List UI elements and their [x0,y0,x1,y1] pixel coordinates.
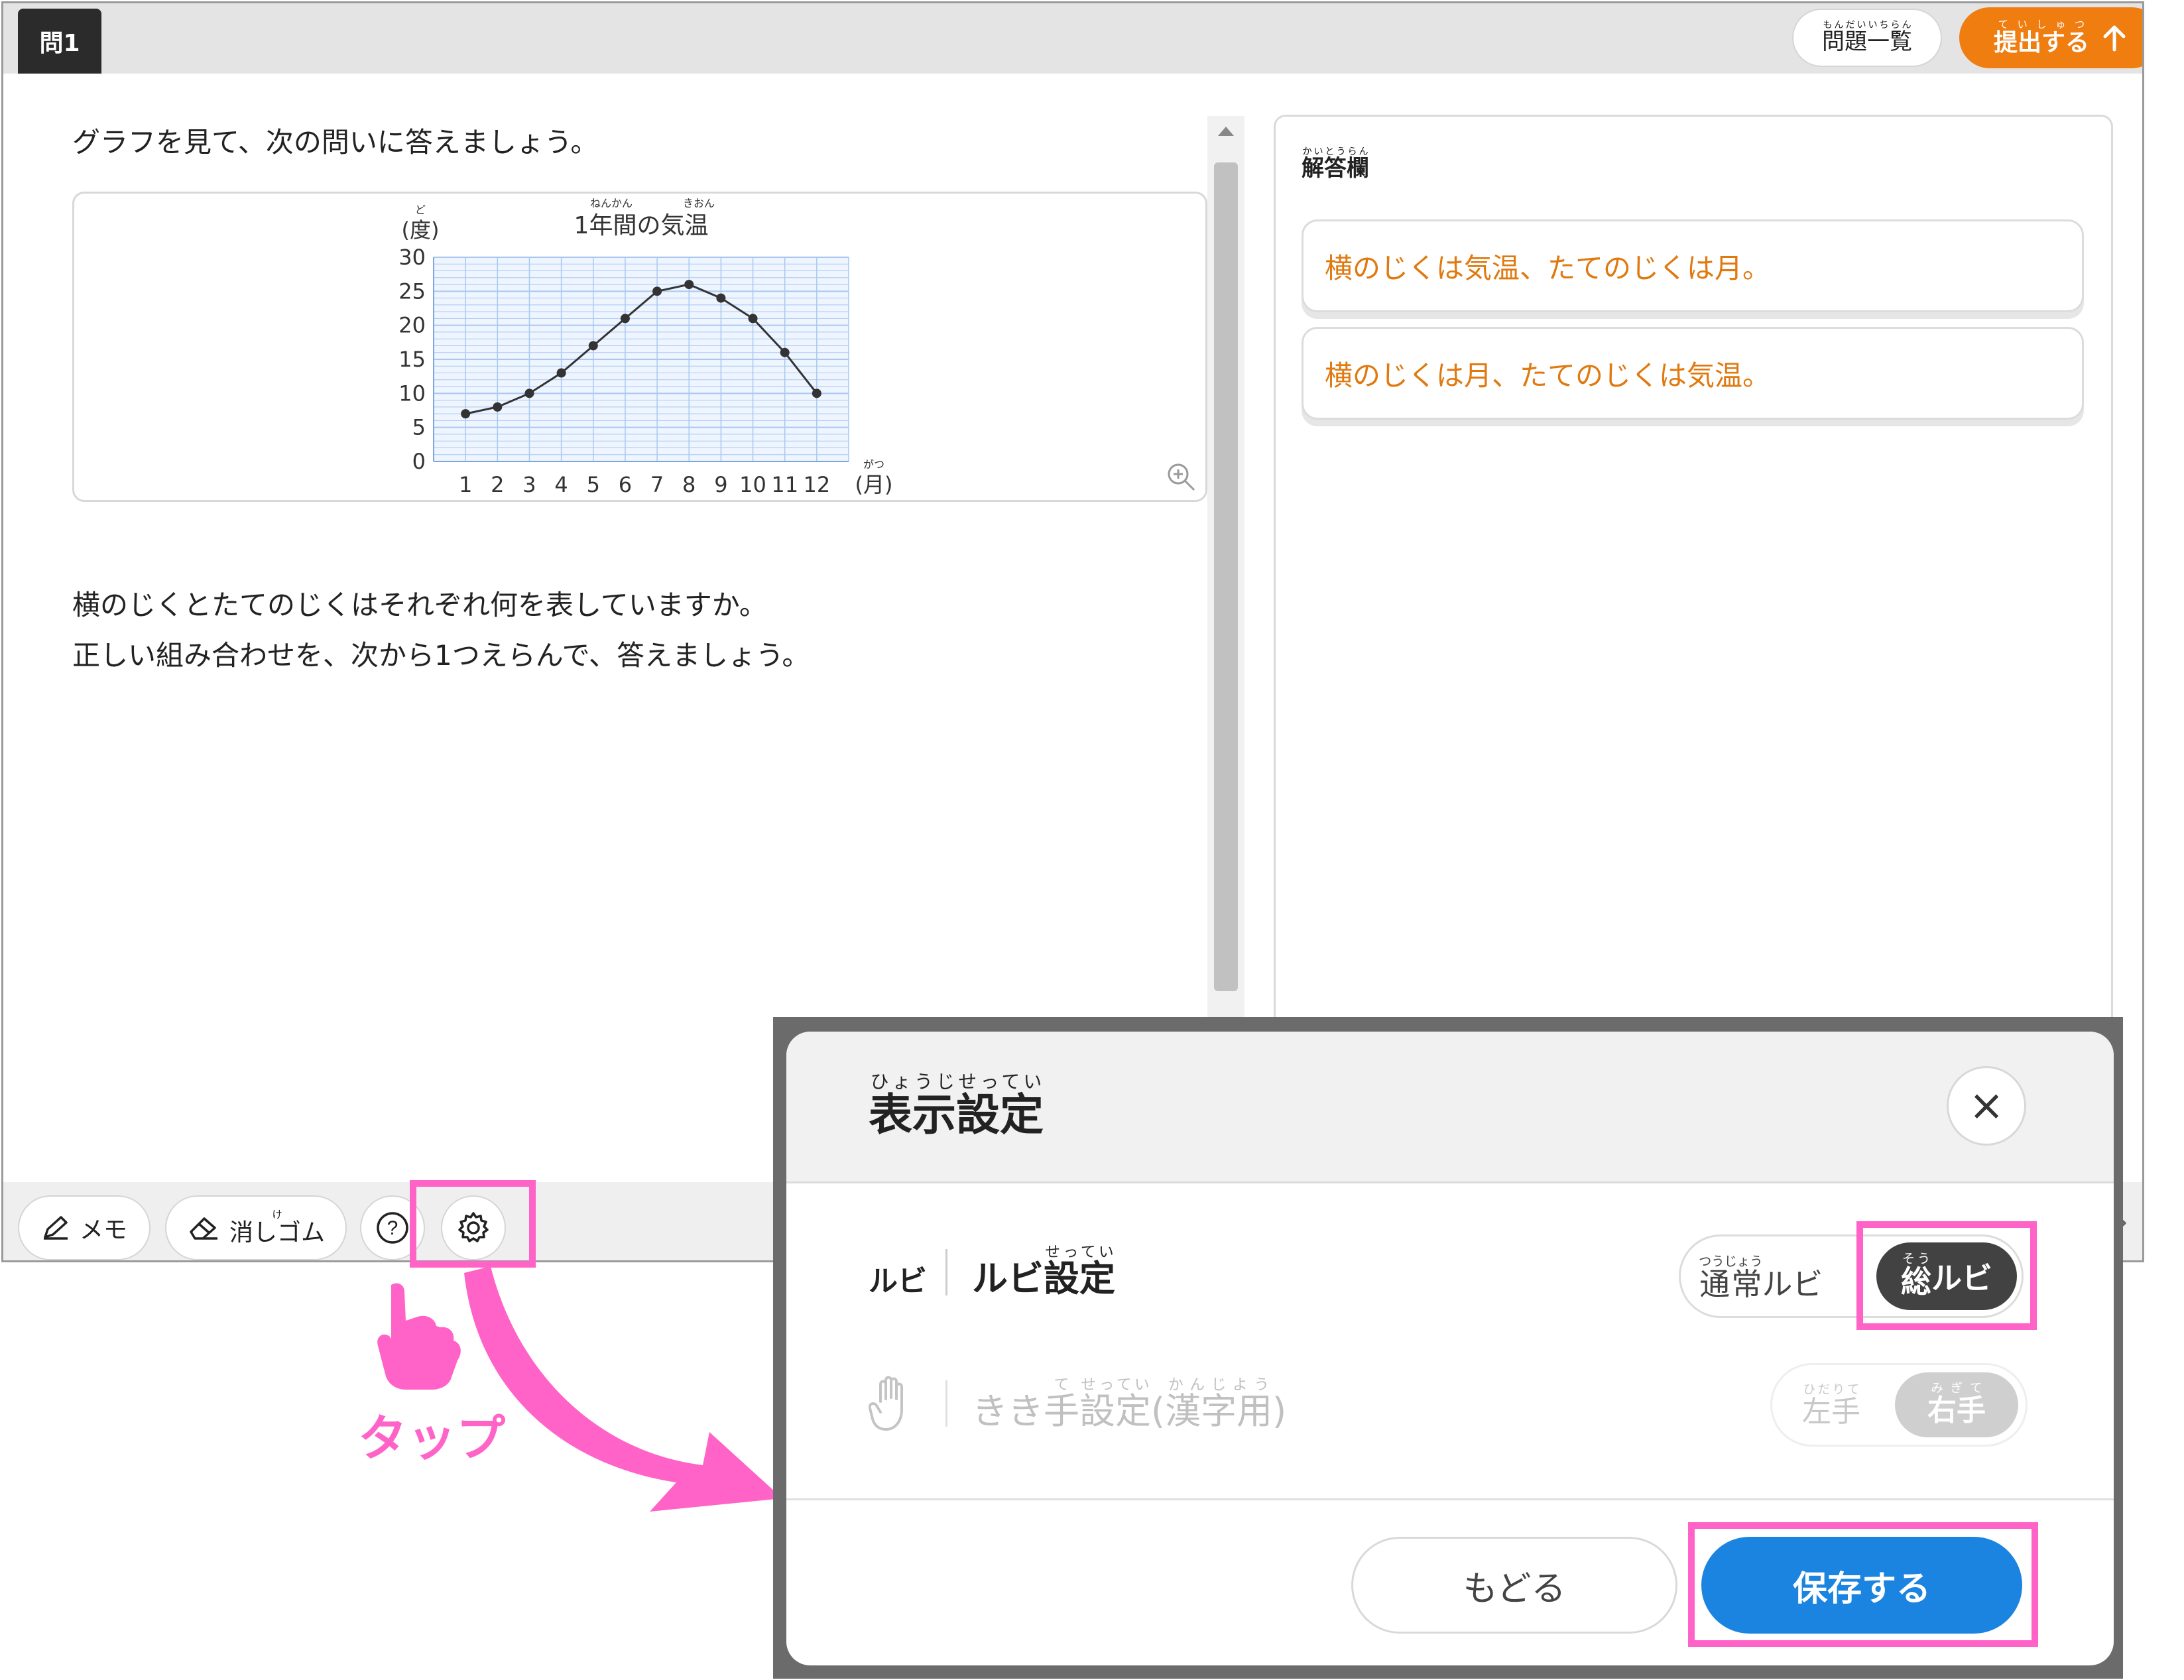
instruction-text: グラフを見て、次の問いに答えましょう。 [72,126,599,158]
y-axis-label-ruby: ど [415,204,426,216]
handedness-option-left: 左手ひだりて [1802,1383,1860,1429]
divider [945,1249,947,1295]
data-point [493,402,503,412]
y-tick-label: 25 [398,278,426,304]
chart-title-ruby: ねんかん [590,197,633,210]
question-text: 横のじくとたてのじくはそれぞれ何を表していますか。 正しい組み合わせを、次から1… [72,580,810,681]
data-point [652,286,662,296]
memo-label: メモ [79,1217,127,1244]
eraser-icon [190,1217,217,1240]
x-tick-label: 3 [522,472,536,497]
dialog-title: 表示設定ひょうじせってい [869,1071,1044,1140]
scrollbar-thumb[interactable] [1214,162,1238,991]
y-axis-label: (度) [402,217,440,243]
ruby-option-normal[interactable]: 通常つうじょうルビ [1699,1254,1823,1304]
y-tick-label: 5 [412,415,426,440]
x-tick-label: 8 [682,472,696,497]
x-tick-label: 10 [739,472,766,497]
data-point [716,293,726,303]
callout-arrow-icon [464,1266,782,1512]
x-tick-label: 1 [459,472,472,497]
svg-text:?: ? [387,1217,398,1239]
y-tick-label: 30 [398,245,426,270]
eraser-label: 消しゴム [229,1219,325,1246]
submit-label: 提出する [1993,29,2089,56]
answer-choice-2[interactable]: 横のじくは月、たてのじくは気温。 [1302,327,2084,420]
question-line-1: 横のじくとたてのじくはそれぞれ何を表していますか。 [72,589,767,621]
pointing-hand-icon [377,1283,461,1390]
y-tick-label: 0 [412,449,426,474]
x-tick-label: 6 [619,472,632,497]
x-axis-label: (月) [855,472,893,497]
answer-choice-1[interactable]: 横のじくは気温、たてのじくは月。 [1302,219,2084,312]
x-tick-label: 9 [714,472,727,497]
ruby-setting-icon: ルビ [869,1264,927,1298]
divider [786,1498,2114,1500]
hand-icon [869,1376,903,1431]
data-point [780,347,790,357]
ruby-setting-label: ルビ設定せってい [972,1244,1115,1299]
x-tick-label: 2 [491,472,504,497]
zoom-in-icon[interactable] [1165,461,1198,494]
data-point [812,389,821,398]
arrow-up-icon [2103,25,2126,52]
ruby-option-highlight [1856,1221,2037,1330]
help-icon: ? [377,1212,408,1244]
x-tick-label: 4 [554,472,568,497]
close-button[interactable]: × [1947,1066,2026,1146]
submit-button[interactable]: 提出するていしゅつ [1959,7,2142,68]
y-tick-label: 20 [398,313,426,338]
chart-title-ruby: きおん [683,197,715,210]
pen-icon [43,1216,68,1240]
memo-button[interactable]: メモ [18,1195,151,1260]
chart-title: 1年間の気温 [574,212,709,239]
y-tick-label: 15 [398,347,426,372]
data-point [588,341,598,351]
back-button[interactable]: もどる [1351,1537,1677,1634]
handedness-setting-label: きき手て設定せってい(漢字用かんじよう) [972,1376,1287,1432]
handedness-option-right: 右手みぎて [1895,1372,2018,1437]
data-point [556,368,566,378]
question-number-tab[interactable]: 問1 [18,9,101,74]
x-tick-label: 7 [650,472,664,497]
question-line-2: 正しい組み合わせを、次から1つえらんで、答えましょう。 [72,639,810,672]
y-tick-label: 10 [398,381,426,406]
data-point [461,409,471,419]
temperature-line-chart: 0510152025301 2 3 4 5 6 7 8 9 10 11 12(度)ど(月)がつ1年間の… [398,197,893,497]
x-tick-label: 12 [803,472,830,497]
graph-container[interactable]: 0 5 10 15 20 25 30 1 2 3 4 5 6 7 8 9 10 11 12 (度) ど (月) がつ 1年間の… [72,192,1207,502]
x-tick-label: 11 [771,472,798,497]
data-point [748,314,758,324]
x-axis-label-ruby: がつ [863,458,884,471]
x-tick-label: 5 [587,472,600,497]
data-point [684,280,694,290]
divider [945,1380,947,1427]
data-point [524,389,534,398]
save-button-highlight [1688,1522,2038,1647]
eraser-button[interactable]: 消しゴムけ [165,1195,347,1260]
scroll-up-arrow-icon[interactable] [1218,127,1234,136]
question-list-button[interactable]: 問題一覧もんだいいちらん [1792,9,1942,67]
answer-panel-title: 解答欄かいとうらん [1302,147,1369,182]
data-point [620,314,630,324]
question-list-label: 問題一覧 [1822,29,1912,55]
